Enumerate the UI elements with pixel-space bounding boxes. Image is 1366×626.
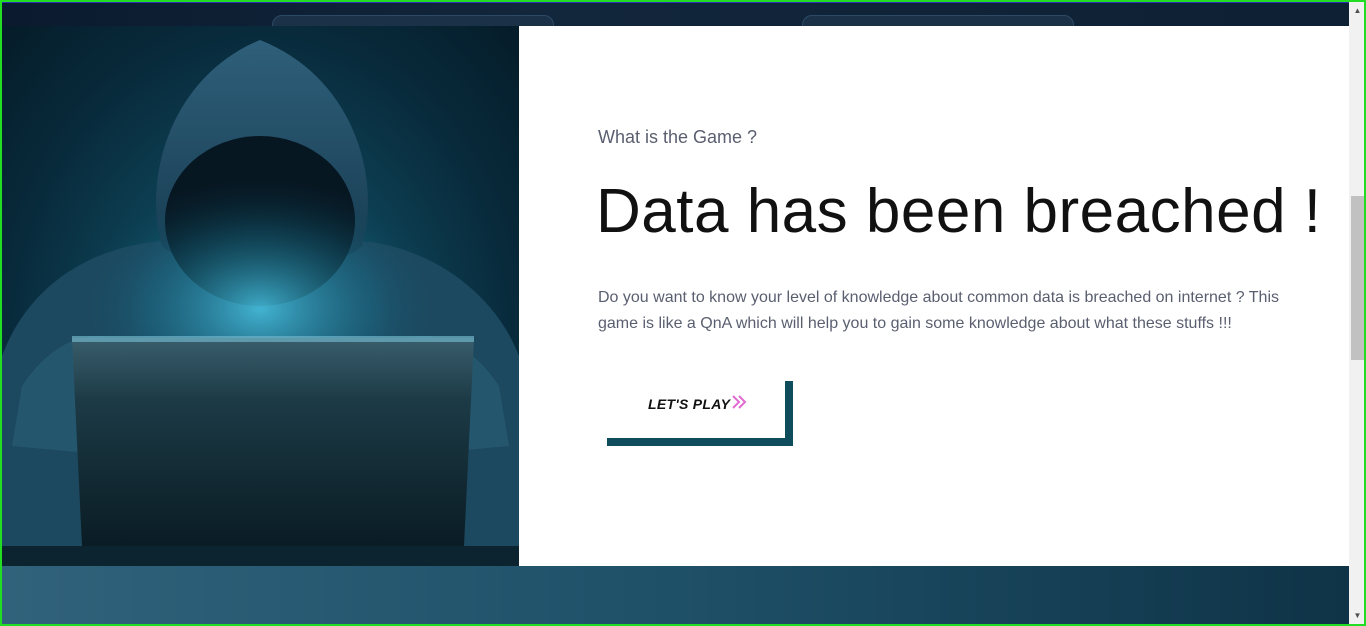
hooded-hacker-illustration [2, 40, 519, 566]
next-section-band [2, 566, 1349, 624]
button-frame-right [785, 381, 793, 446]
section-headline: Data has been breached ! [596, 177, 1322, 246]
lets-play-button[interactable]: LET'S PLAY [607, 381, 793, 446]
banner-decoration [272, 15, 554, 26]
button-frame-bottom [607, 438, 793, 446]
double-chevron-right-icon [732, 395, 747, 409]
top-banner-edge [2, 0, 1349, 26]
page-scrollbar[interactable]: ▲ ▼ [1349, 0, 1366, 626]
hacker-image [2, 26, 519, 566]
scrollbar-thumb[interactable] [1351, 196, 1364, 360]
banner-decoration [802, 15, 1074, 26]
section-eyebrow: What is the Game ? [598, 127, 758, 147]
scroll-down-arrow-icon[interactable]: ▼ [1349, 607, 1366, 624]
game-intro-section: What is the Game ? Data has been breache… [519, 26, 1349, 566]
section-description: Do you want to know your level of knowle… [598, 289, 1279, 332]
lets-play-label: LET'S PLAY [648, 396, 731, 412]
scroll-up-arrow-icon[interactable]: ▲ [1349, 2, 1366, 19]
